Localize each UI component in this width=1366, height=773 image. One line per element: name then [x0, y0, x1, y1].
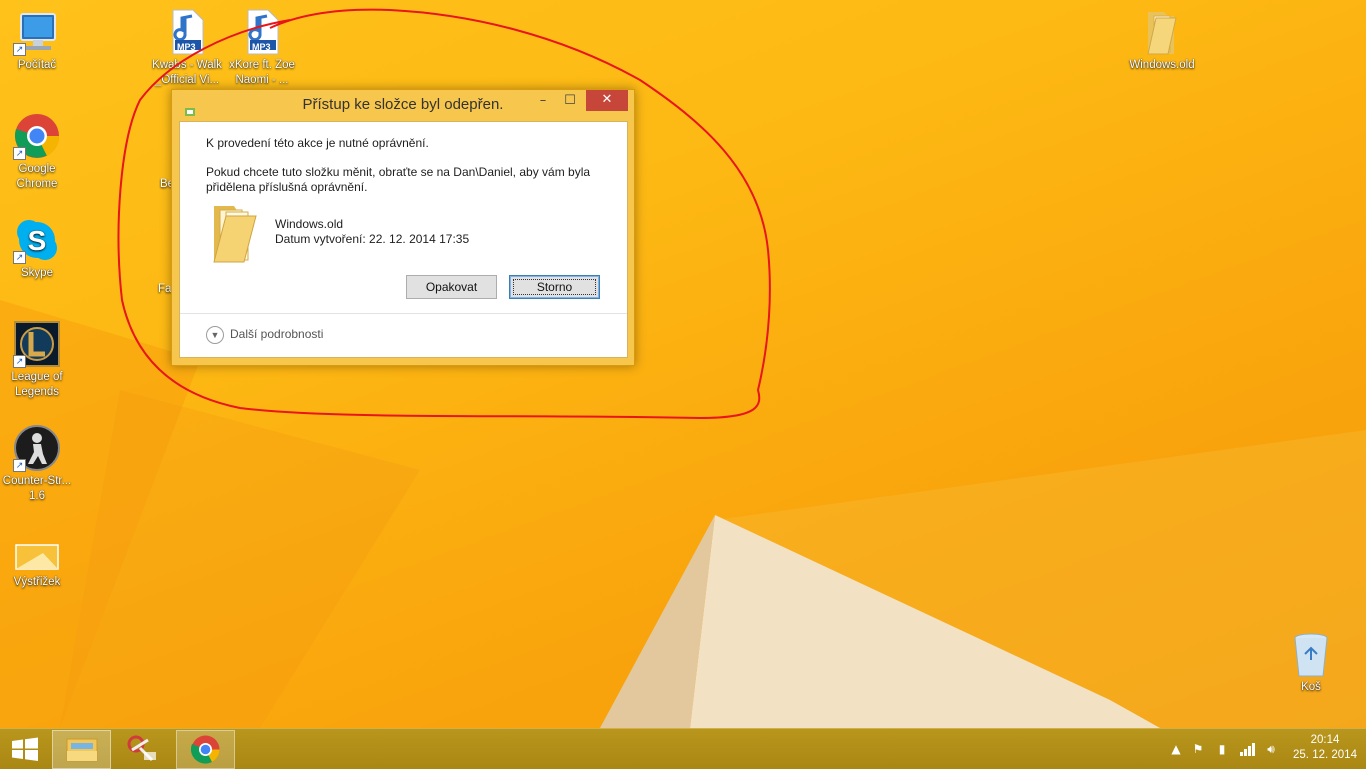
file-explorer-icon	[66, 738, 98, 762]
desktop-icon-mp3-xkore[interactable]: MP3 xKore ft. Zoe Naomi - ...	[225, 8, 299, 88]
desktop-icon-label: xKore ft. Zoe	[229, 59, 295, 71]
permission-instructions-text: Pokud chcete tuto složku měnit, obraťte …	[206, 165, 591, 194]
desktop-icon-computer[interactable]: ↗ Počítač	[0, 8, 74, 73]
svg-text:S: S	[28, 225, 47, 256]
folder-name: Windows.old	[275, 217, 344, 231]
access-denied-dialog: Přístup ke složce byl odepřen. – ☐ ✕ K p…	[171, 89, 635, 366]
more-details-toggle[interactable]: ▼ Další podrobnosti	[206, 326, 324, 344]
image-thumbnail-icon	[13, 535, 61, 573]
desktop-icon-label-line2: Legends	[14, 386, 60, 398]
computer-icon: ↗	[13, 8, 61, 56]
desktop-icon-label-line2: Chrome	[16, 178, 58, 190]
mp3-file-icon: MP3	[163, 8, 211, 56]
maximize-button[interactable]: ☐	[557, 92, 583, 112]
desktop-icon-label-line2: 1.6	[29, 490, 45, 502]
taskbar-file-explorer[interactable]	[52, 730, 111, 769]
desktop-icon-league-of-legends[interactable]: ↗ League of Legends	[0, 320, 74, 400]
shortcut-arrow-icon: ↗	[13, 459, 26, 472]
counter-strike-icon: ↗	[13, 424, 61, 472]
desktop-icon-label: Counter-Str...	[2, 475, 72, 487]
close-button[interactable]: ✕	[586, 90, 628, 111]
league-of-legends-icon: ↗	[13, 320, 61, 368]
start-button[interactable]	[0, 729, 50, 769]
desktop-icon-google-chrome[interactable]: ↗ Google Chrome	[0, 112, 74, 192]
desktop-icon-label: Skype	[21, 267, 53, 279]
folder-transfer-icon	[184, 99, 196, 116]
mp3-badge: MP3	[252, 42, 271, 52]
dialog-body: K provedení této akce je nutné oprávnění…	[179, 121, 628, 358]
desktop-icon-counter-strike[interactable]: ↗ Counter-Str... 1.6	[0, 424, 74, 504]
desktop-icon-recycle-bin[interactable]: Koš	[1274, 630, 1348, 695]
dialog-title: Přístup ke složce byl odepřen.	[302, 96, 504, 113]
volume-speaker-icon[interactable]: 🔊︎	[1262, 741, 1280, 757]
chevron-down-icon: ▼	[206, 326, 224, 344]
desktop-icon-windows-old[interactable]: Windows.old	[1124, 8, 1200, 73]
desktop-icon-label-line2: _Official Vi...	[154, 74, 220, 86]
cancel-button[interactable]: Storno	[509, 275, 600, 299]
hidden-icon-label-fragment: Fa	[158, 283, 172, 295]
desktop-icon-label: League of	[11, 371, 63, 383]
windows-logo-icon	[12, 737, 38, 761]
desktop-icon-vystrizek[interactable]: Výstřižek	[0, 535, 74, 590]
desktop-icon-mp3-kwabs[interactable]: MP3 Kwabs - Walk _Official Vi...	[150, 8, 224, 88]
power-battery-icon[interactable]: ▮	[1214, 741, 1230, 757]
desktop-icon-label: Kwabs - Walk	[152, 59, 222, 71]
more-details-label: Další podrobnosti	[230, 327, 324, 341]
clock-date: 25. 12. 2014	[1293, 749, 1357, 761]
network-signal-icon[interactable]	[1239, 741, 1257, 757]
chrome-icon: ↗	[13, 112, 61, 160]
mp3-badge: MP3	[177, 42, 196, 52]
permission-required-text: K provedení této akce je nutné oprávnění…	[206, 136, 429, 150]
mp3-file-icon: MP3	[238, 8, 286, 56]
system-clock[interactable]: 20:14 25. 12. 2014	[1290, 733, 1360, 763]
desktop-icon-label: Windows.old	[1129, 59, 1195, 71]
recycle-bin-icon	[1287, 630, 1335, 678]
desktop-icon-label: Google	[18, 163, 56, 175]
desktop-icon-label: Koš	[1301, 681, 1321, 693]
divider	[180, 313, 627, 314]
desktop-icon-label: Výstřižek	[13, 576, 61, 588]
folder-icon	[1138, 8, 1186, 56]
chrome-icon	[190, 735, 220, 764]
clock-time: 20:14	[1310, 734, 1340, 746]
shortcut-arrow-icon: ↗	[13, 355, 26, 368]
desktop-icon-label-line2: Naomi - ...	[235, 74, 289, 86]
show-hidden-icons-chevron-up-icon[interactable]: ▲	[1170, 741, 1182, 757]
minimize-button[interactable]: –	[530, 92, 556, 112]
action-center-flag-icon[interactable]: ⚑	[1190, 741, 1206, 757]
retry-button[interactable]: Opakovat	[406, 275, 497, 299]
shortcut-arrow-icon: ↗	[13, 251, 26, 264]
desktop-icon-label: Počítač	[17, 59, 57, 71]
focus-rectangle	[513, 279, 596, 295]
shortcut-arrow-icon: ↗	[13, 147, 26, 160]
desktop-icon-skype[interactable]: S ↗ Skype	[0, 216, 74, 281]
skype-icon: S ↗	[13, 216, 61, 264]
taskbar-chrome[interactable]	[176, 730, 235, 769]
taskbar: ▲ ⚑ ▮ 🔊︎ 20:14 25. 12. 2014	[0, 728, 1366, 769]
snipping-tool-icon	[127, 735, 156, 762]
taskbar-snipping-tool[interactable]	[114, 730, 171, 767]
folder-created-date: Datum vytvoření: 22. 12. 2014 17:35	[275, 232, 470, 246]
folder-icon	[210, 200, 260, 266]
shortcut-arrow-icon: ↗	[13, 43, 26, 56]
